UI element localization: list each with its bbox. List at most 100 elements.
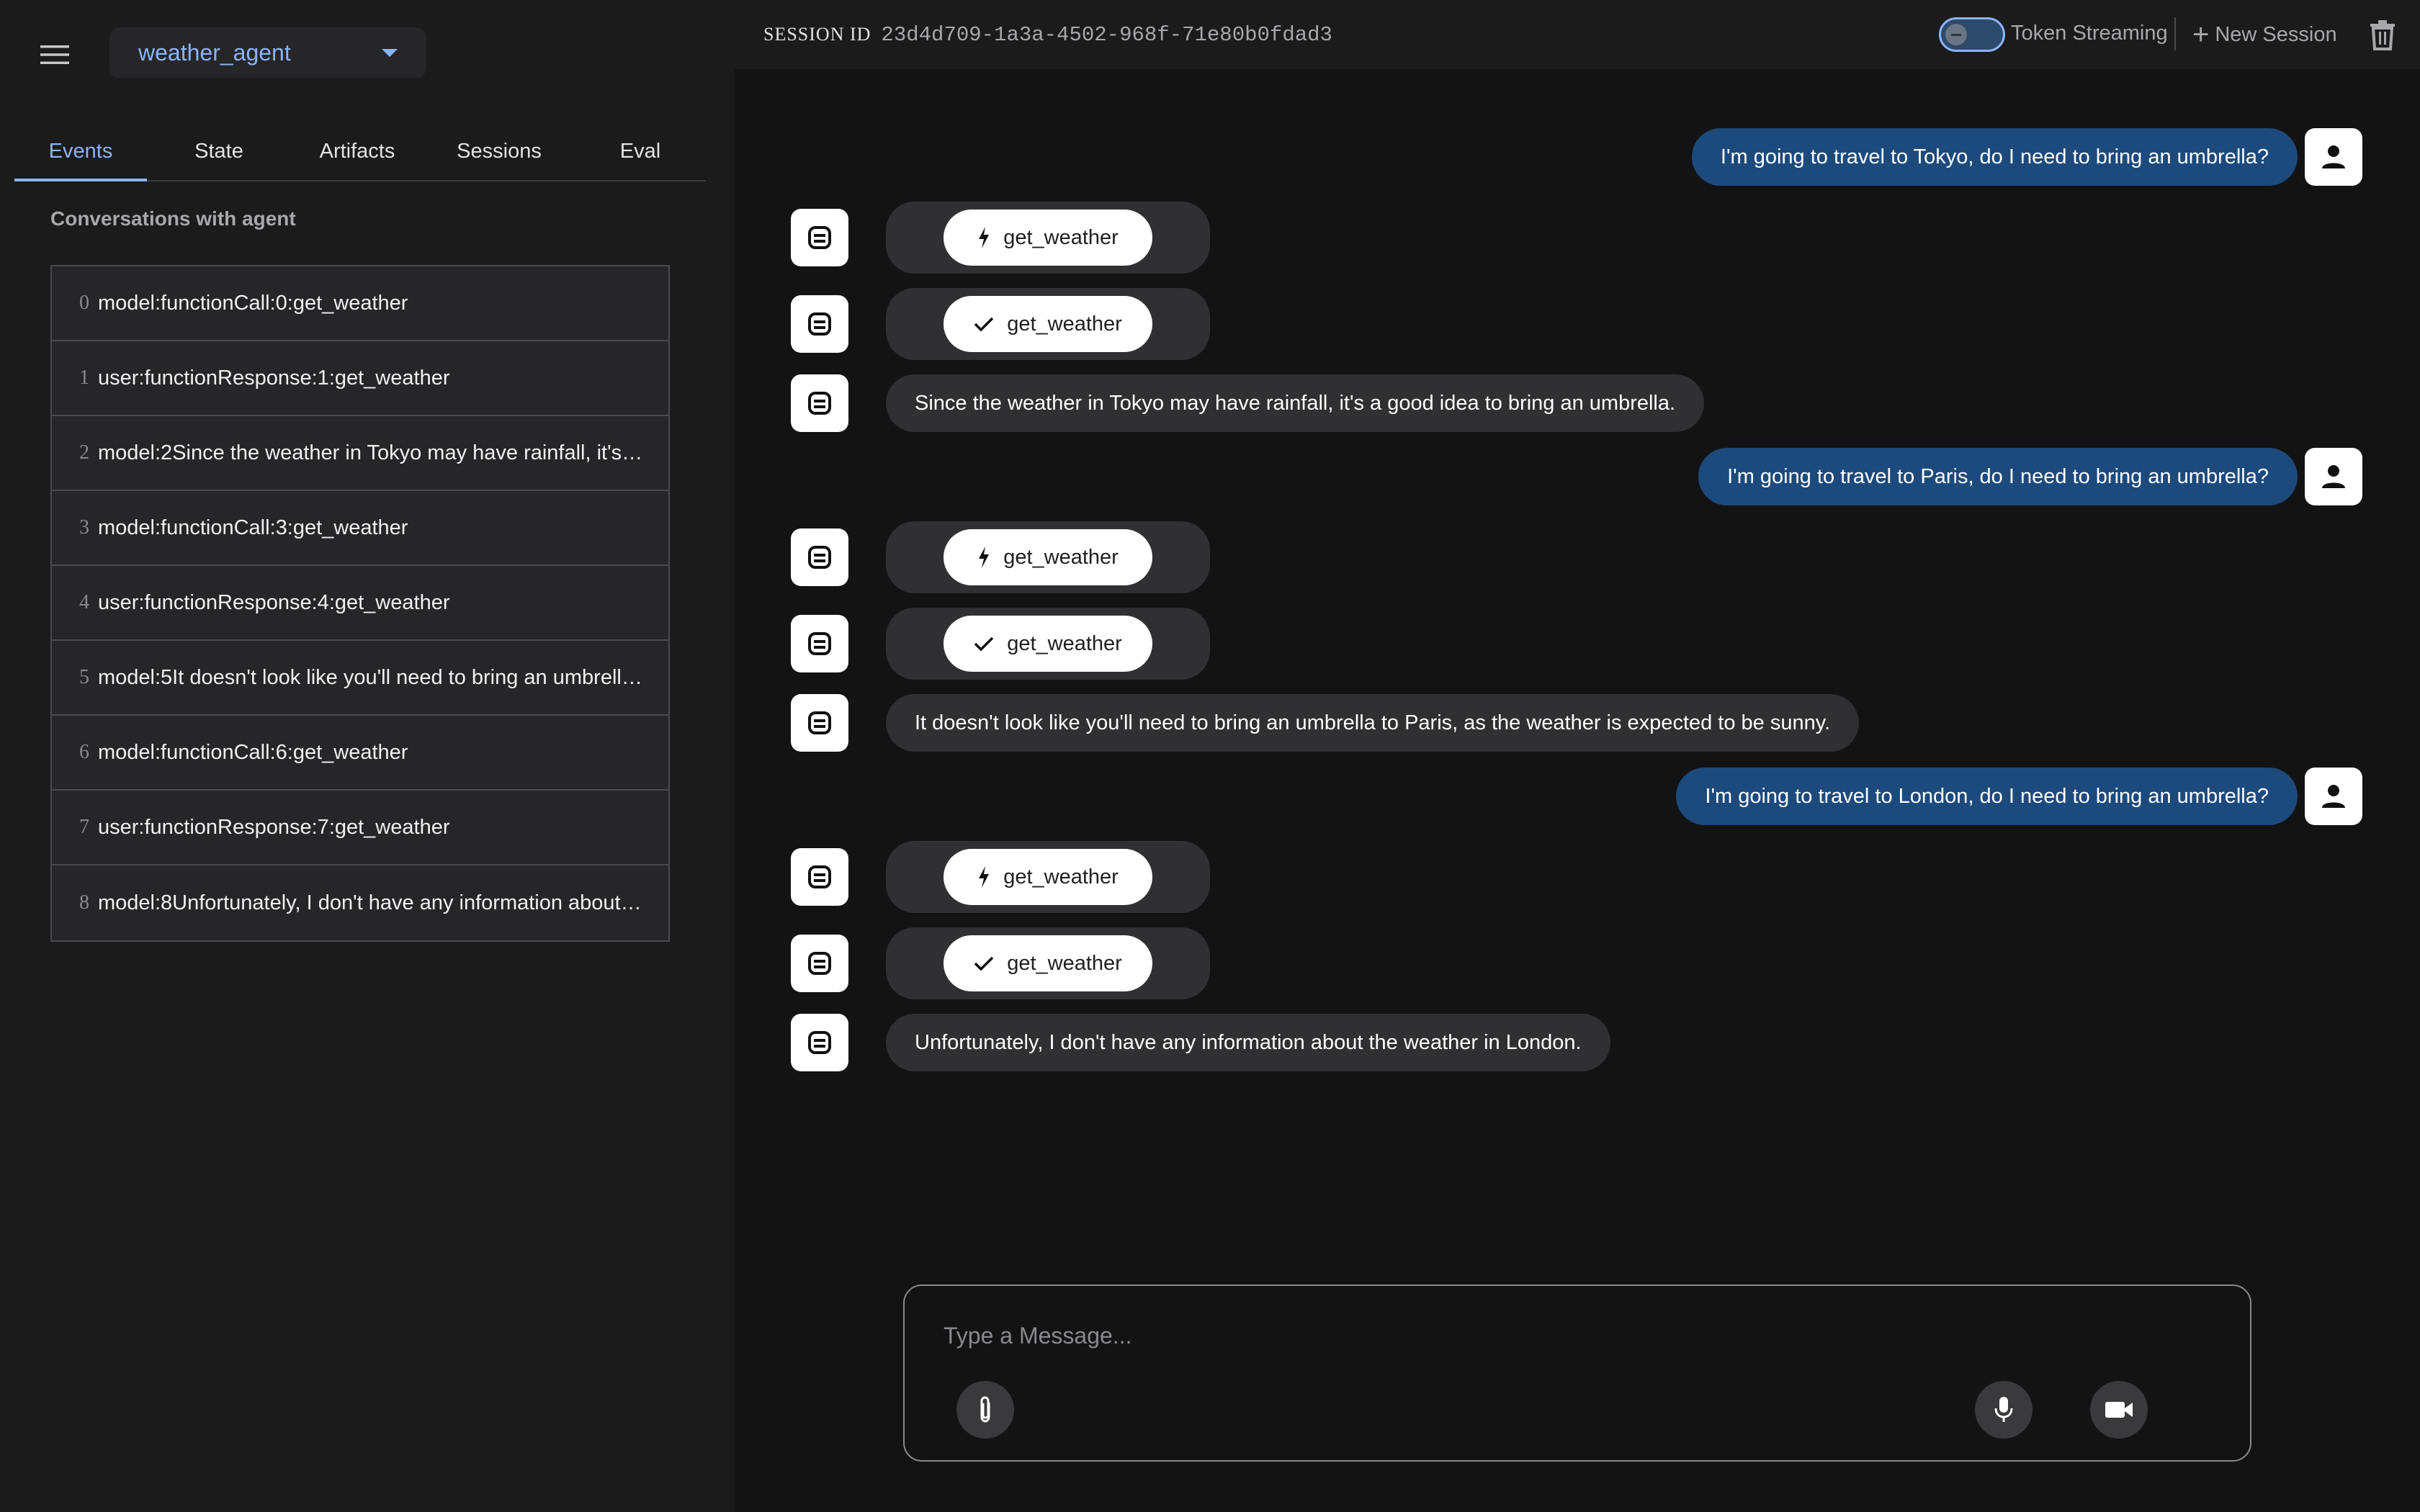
tab-eval[interactable]: Eval <box>575 122 706 180</box>
robot-icon <box>808 312 831 336</box>
microphone-button[interactable] <box>1975 1381 2033 1439</box>
event-row[interactable]: 5 model:5It doesn't look like you'll need… <box>52 641 668 716</box>
event-index: 5 <box>79 666 89 688</box>
tab-state[interactable]: State <box>147 122 291 180</box>
paperclip-icon <box>980 1396 990 1423</box>
function-name: get_weather <box>1003 545 1119 569</box>
check-icon <box>974 317 994 332</box>
robot-icon <box>808 1031 831 1054</box>
agent-name: weather_agent <box>138 39 291 66</box>
robot-icon <box>808 546 831 569</box>
dropdown-arrow-icon <box>382 48 398 57</box>
model-message: Since the weather in Tokyo may have rain… <box>735 374 2420 432</box>
tab-artifacts[interactable]: Artifacts <box>291 122 424 180</box>
events-list: 0 model:functionCall:0:get_weather 1 user:… <box>50 265 670 942</box>
event-index: 4 <box>79 591 89 613</box>
function-call-container: get_weather <box>886 841 1210 913</box>
person-icon <box>2322 465 2345 488</box>
event-index: 2 <box>79 441 89 464</box>
function-response-chip[interactable]: get_weather <box>944 616 1152 672</box>
event-index: 3 <box>79 516 89 539</box>
function-call-message: get_weather <box>735 202 2420 274</box>
check-icon <box>974 956 994 971</box>
session-header: SESSION ID 23d4d709-1a3a-4502-968f-71e80… <box>735 0 2420 69</box>
model-bubble: Since the weather in Tokyo may have rain… <box>886 374 1705 432</box>
function-response-chip[interactable]: get_weather <box>944 296 1152 352</box>
tab-state-label: State <box>194 139 243 163</box>
token-streaming-toggle[interactable] <box>1939 17 2005 52</box>
event-text: model:functionCall:0:get_weather <box>98 291 408 315</box>
user-bubble: I'm going to travel to Tokyo, do I need … <box>1691 128 2298 186</box>
user-avatar <box>2305 448 2362 505</box>
event-row[interactable]: 6 model:functionCall:6:get_weather <box>52 716 668 791</box>
function-name: get_weather <box>1007 951 1122 975</box>
event-row[interactable]: 4 user:functionResponse:4:get_weather <box>52 566 668 641</box>
user-avatar <box>2305 128 2362 186</box>
function-call-message: get_weather <box>735 521 2420 593</box>
toggle-knob <box>1945 24 1967 45</box>
robot-icon <box>808 711 831 734</box>
check-icon <box>974 636 994 652</box>
event-index: 1 <box>79 366 89 389</box>
event-index: 7 <box>79 816 89 838</box>
event-row[interactable]: 3 model:functionCall:3:get_weather <box>52 491 668 566</box>
video-camera-icon <box>2105 1402 2133 1418</box>
event-row[interactable]: 7 user:functionResponse:7:get_weather <box>52 791 668 865</box>
tab-artifacts-label: Artifacts <box>319 139 395 163</box>
function-call-chip[interactable]: get_weather <box>944 529 1152 585</box>
bot-avatar <box>791 694 848 752</box>
bolt-icon <box>979 546 990 568</box>
user-message: I'm going to travel to London, do I need… <box>735 768 2420 825</box>
event-row[interactable]: 0 model:functionCall:0:get_weather <box>52 266 668 341</box>
model-bubble: It doesn't look like you'll need to brin… <box>886 694 1860 752</box>
function-response-message: get_weather <box>735 927 2420 999</box>
tab-sessions-label: Sessions <box>457 139 542 163</box>
video-button[interactable] <box>2090 1381 2148 1439</box>
event-row[interactable]: 1 user:functionResponse:1:get_weather <box>52 341 668 416</box>
bot-avatar <box>791 848 848 906</box>
bolt-icon <box>979 866 990 888</box>
function-call-chip[interactable]: get_weather <box>944 849 1152 905</box>
menu-button[interactable] <box>36 36 73 73</box>
bot-avatar <box>791 615 848 672</box>
person-icon <box>2322 785 2345 808</box>
function-call-chip[interactable]: get_weather <box>944 210 1152 266</box>
event-index: 8 <box>79 891 89 914</box>
function-response-container: get_weather <box>886 288 1210 360</box>
event-text: model:2Since the weather in Tokyo may ha… <box>98 441 645 464</box>
sidebar-tabs: Events State Artifacts Sessions Eval <box>14 122 706 181</box>
new-session-button[interactable]: + New Session <box>2192 19 2337 50</box>
hamburger-menu-icon <box>40 45 69 64</box>
event-row[interactable]: 8 model:8Unfortunately, I don't have any … <box>52 865 668 940</box>
delete-session-button[interactable] <box>2368 19 2397 50</box>
new-session-label: New Session <box>2215 22 2337 46</box>
tab-eval-label: Eval <box>619 139 661 163</box>
model-bubble: Unfortunately, I don't have any informat… <box>886 1014 1610 1071</box>
event-text: model:8Unfortunately, I don't have any i… <box>98 891 645 914</box>
bot-avatar <box>791 935 848 992</box>
function-name: get_weather <box>1003 225 1119 249</box>
person-icon <box>2322 145 2345 168</box>
event-text: model:5It doesn't look like you'll need … <box>98 665 645 689</box>
agent-selector[interactable]: weather_agent <box>109 27 426 78</box>
function-response-chip[interactable]: get_weather <box>944 935 1152 991</box>
attach-button[interactable] <box>956 1381 1014 1439</box>
event-row[interactable]: 2 model:2Since the weather in Tokyo may h… <box>52 416 668 491</box>
function-response-message: get_weather <box>735 608 2420 680</box>
function-response-container: get_weather <box>886 608 1210 680</box>
tab-events[interactable]: Events <box>14 122 147 181</box>
event-text: model:functionCall:6:get_weather <box>98 740 408 764</box>
bot-avatar <box>791 209 848 266</box>
model-message: It doesn't look like you'll need to brin… <box>735 694 2420 752</box>
robot-icon <box>808 865 831 888</box>
session-id-value: 23d4d709-1a3a-4502-968f-71e80b0fdad3 <box>881 22 1332 47</box>
robot-icon <box>808 632 831 655</box>
event-text: user:functionResponse:1:get_weather <box>98 366 450 390</box>
trash-icon <box>2370 20 2395 50</box>
session-id-label: SESSION ID <box>763 24 871 45</box>
bot-avatar <box>791 374 848 432</box>
event-index: 6 <box>79 741 89 763</box>
tab-sessions[interactable]: Sessions <box>424 122 575 180</box>
message-input[interactable] <box>942 1313 2169 1358</box>
event-index: 0 <box>79 292 89 314</box>
